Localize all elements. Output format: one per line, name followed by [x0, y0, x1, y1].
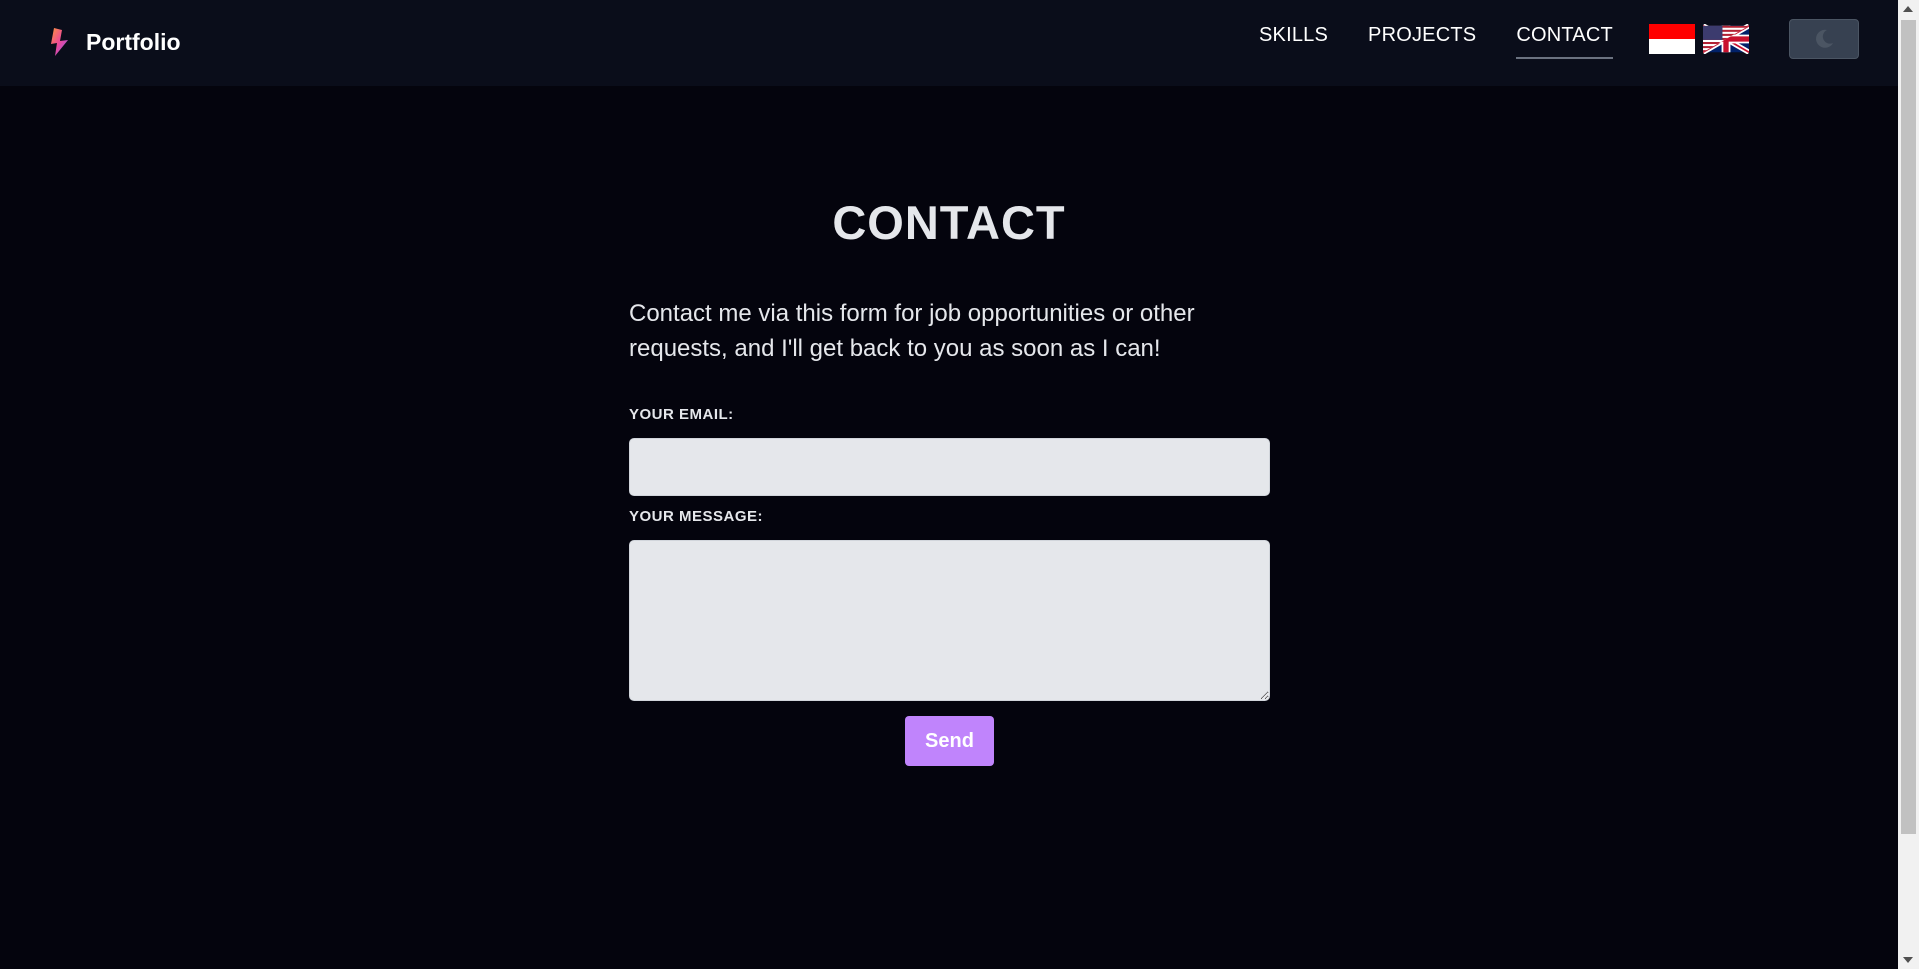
- language-switcher: [1649, 24, 1749, 54]
- email-label: YOUR EMAIL:: [629, 406, 734, 423]
- nav-link-projects[interactable]: PROJECTS: [1368, 24, 1476, 59]
- message-label: YOUR MESSAGE:: [629, 508, 764, 525]
- email-field[interactable]: [629, 438, 1270, 496]
- contact-intro-text: Contact me via this form for job opportu…: [629, 300, 1195, 362]
- brand[interactable]: Portfolio: [46, 26, 181, 58]
- page-title: CONTACT: [832, 196, 1066, 249]
- brand-name: Portfolio: [86, 28, 181, 55]
- lightning-logo-icon: [51, 28, 68, 56]
- nav-link-skills[interactable]: SKILLS: [1259, 24, 1328, 59]
- message-field[interactable]: [629, 540, 1270, 701]
- moon-icon: [1816, 29, 1833, 48]
- nav-link-contact[interactable]: CONTACT: [1516, 24, 1613, 59]
- indonesia-flag-icon[interactable]: [1649, 24, 1695, 54]
- us-uk-flag-icon[interactable]: [1703, 24, 1749, 54]
- scroll-down-icon[interactable]: [1903, 957, 1913, 963]
- scrollbar-thumb[interactable]: [1901, 20, 1916, 834]
- scroll-up-icon[interactable]: [1903, 6, 1913, 12]
- theme-toggle-button[interactable]: [1789, 19, 1859, 59]
- navbar: Portfolio SKILLS PROJECTS CONTACT: [0, 0, 1898, 86]
- vertical-scrollbar[interactable]: [1898, 0, 1919, 969]
- send-button[interactable]: Send: [905, 716, 994, 766]
- nav-links: SKILLS PROJECTS CONTACT: [1259, 24, 1613, 59]
